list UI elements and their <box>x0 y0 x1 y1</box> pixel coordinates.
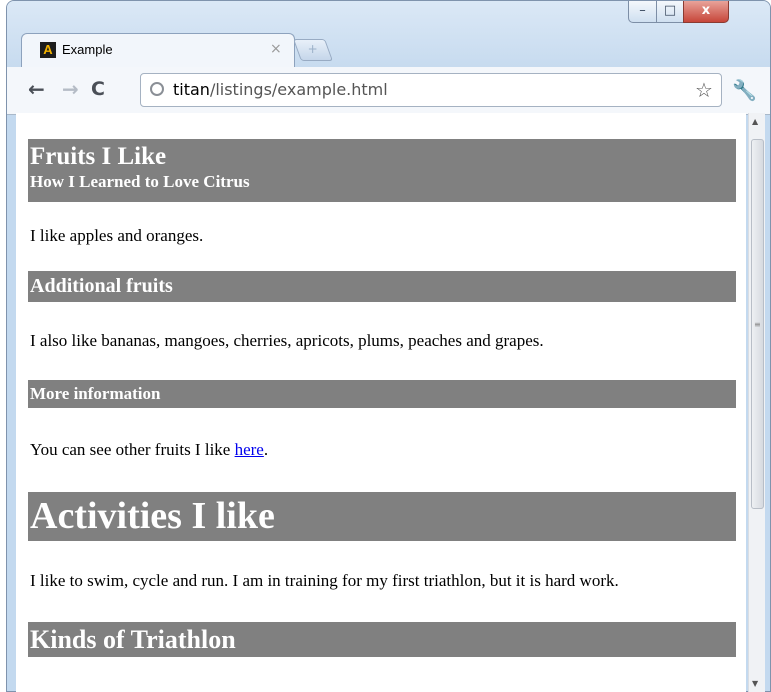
paragraph-bananas: I also like bananas, mangoes, cherries, … <box>30 331 544 350</box>
back-button[interactable]: ← <box>28 77 45 101</box>
paragraph-apples: I like apples and oranges. <box>30 226 204 245</box>
url-path: /listings/example.html <box>209 80 388 99</box>
url-host: titan <box>173 80 210 99</box>
tab-title: Example <box>62 42 113 57</box>
page-icon <box>150 82 164 96</box>
hgroup-header: Fruits I Like How I Learned to Love Citr… <box>28 139 736 202</box>
minimize-button[interactable]: – <box>628 1 657 23</box>
scroll-up-arrow-icon[interactable]: ▲ <box>752 117 758 126</box>
scroll-thumb[interactable]: ≡ <box>751 139 764 509</box>
plus-icon: + <box>307 42 318 56</box>
subheading-citrus: How I Learned to Love Citrus <box>30 172 250 191</box>
forward-button[interactable]: → <box>62 77 79 101</box>
wrench-menu-icon[interactable]: 🔧 <box>732 78 757 102</box>
new-tab-button[interactable]: + <box>292 39 334 61</box>
bookmark-star-icon[interactable]: ☆ <box>695 78 713 102</box>
heading-activities: Activities I like <box>28 492 736 541</box>
minimize-icon: – <box>639 3 646 18</box>
grip-icon: ≡ <box>754 320 761 329</box>
paragraph-other-fruits: You can see other fruits I like here. <box>30 440 268 460</box>
close-window-button[interactable]: x <box>683 1 729 23</box>
paragraph-triathlon: I like to swim, cycle and run. I am in t… <box>30 571 619 590</box>
paragraph-period: . <box>263 440 269 459</box>
page-viewport: Fruits I Like How I Learned to Love Citr… <box>16 113 746 692</box>
address-bar[interactable]: titan/listings/example.html ☆ <box>140 73 722 107</box>
heading-additional-fruits: Additional fruits <box>28 271 736 302</box>
close-icon: x <box>701 3 711 18</box>
title-bar: – □ x A Example × + <box>7 1 770 67</box>
maximize-icon: □ <box>663 3 677 18</box>
url-text[interactable]: titan/listings/example.html <box>173 80 388 100</box>
paragraph-other-fruits-text: You can see other fruits I like <box>30 440 235 459</box>
maximize-button[interactable]: □ <box>656 1 684 23</box>
tab-example[interactable]: A Example × <box>21 33 295 67</box>
here-link[interactable]: here <box>235 440 264 459</box>
vertical-scrollbar[interactable]: ▲ ≡ ▼ <box>748 113 765 692</box>
tab-close-icon[interactable]: × <box>270 41 282 57</box>
heading-kinds-of-triathlon: Kinds of Triathlon <box>28 622 736 657</box>
navigation-toolbar: ← → C titan/listings/example.html ☆ 🔧 <box>7 67 770 115</box>
favicon-icon: A <box>40 42 56 58</box>
heading-fruits-i-like: Fruits I Like <box>30 143 167 170</box>
heading-more-information: More information <box>28 380 736 408</box>
scroll-down-arrow-icon[interactable]: ▼ <box>752 679 758 688</box>
reload-button[interactable]: C <box>91 77 105 101</box>
